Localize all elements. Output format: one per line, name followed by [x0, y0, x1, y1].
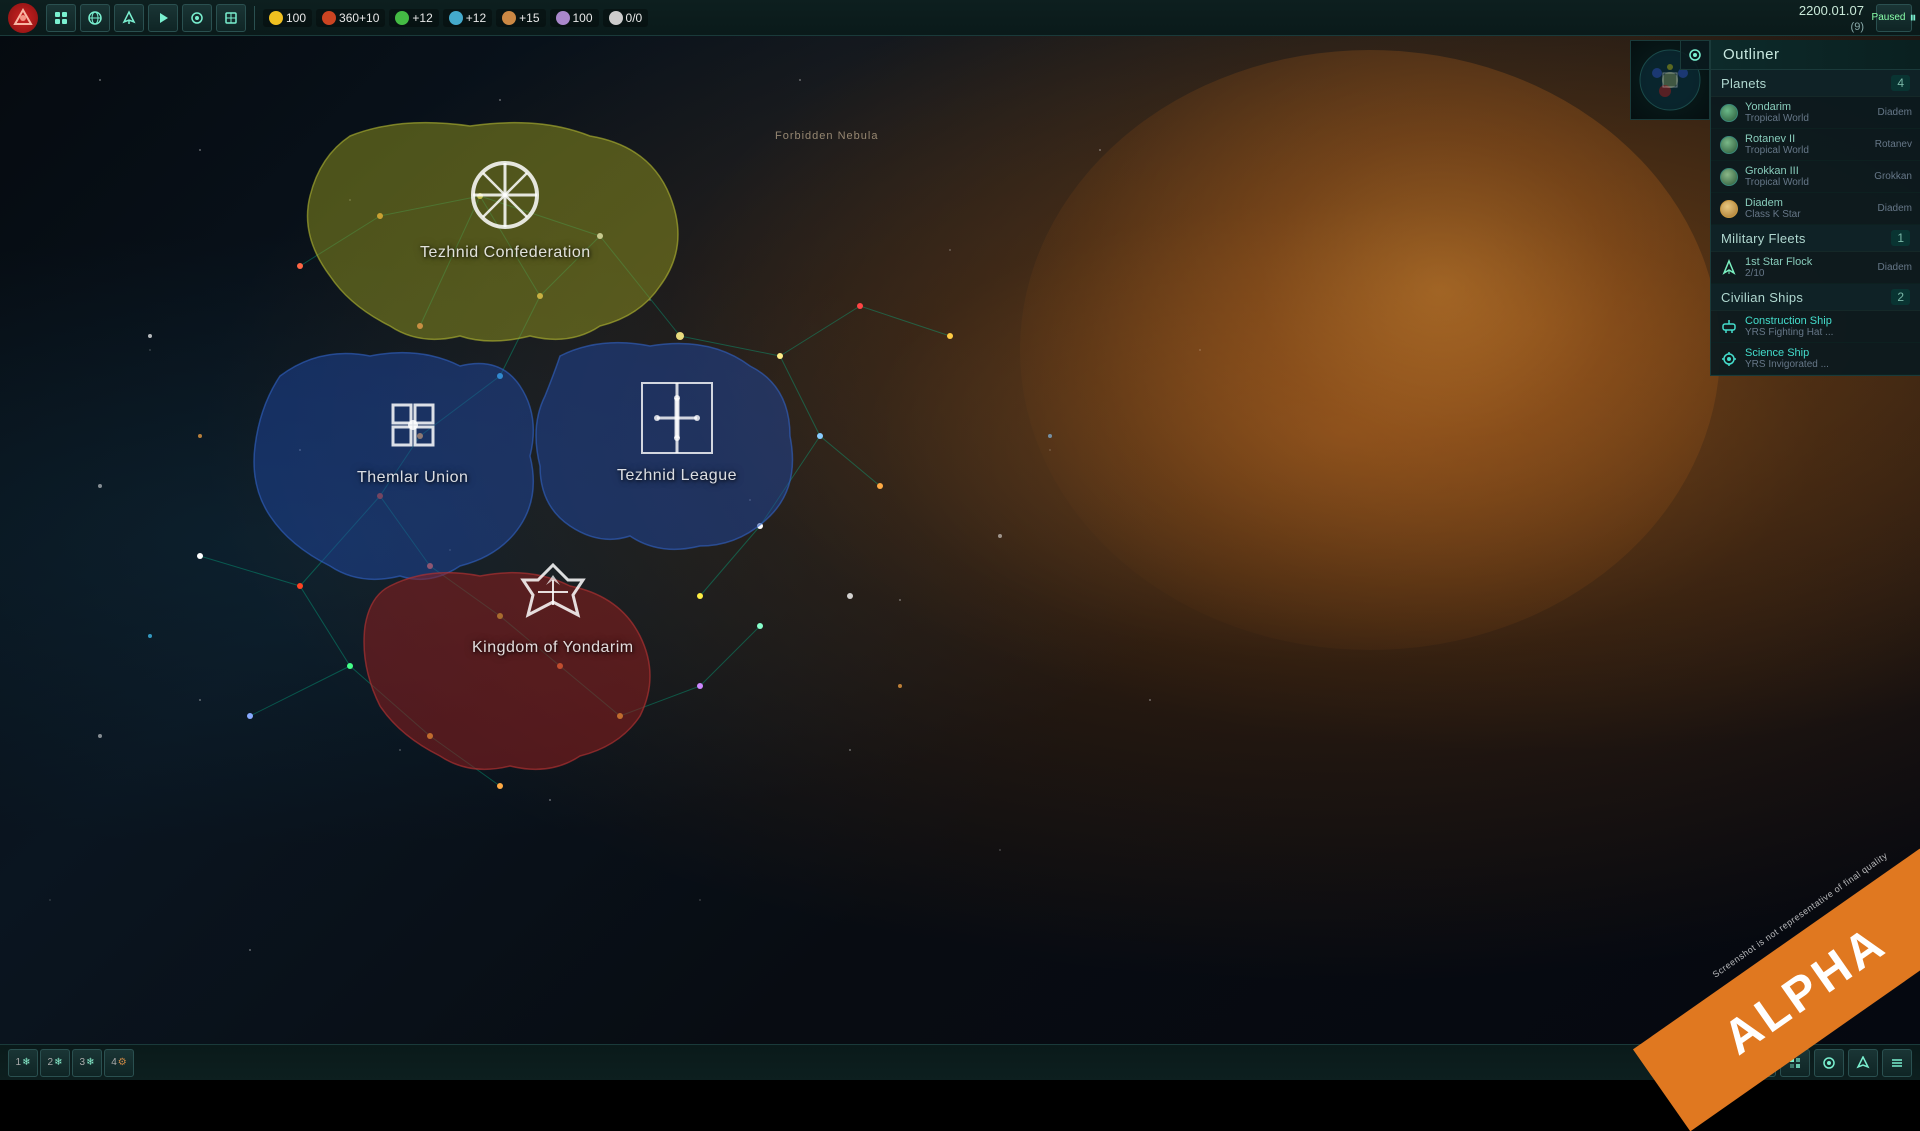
pause-button[interactable]: Paused ⏸: [1876, 4, 1912, 32]
planet-location: Rotanev: [1875, 139, 1912, 150]
food-icon: [395, 11, 409, 25]
speed-3-button[interactable]: 3 ❄: [72, 1049, 102, 1077]
construction-ship-name: YRS Fighting Hat ...: [1745, 327, 1912, 338]
food-value: +12: [412, 11, 432, 25]
planet-type: Tropical World: [1745, 145, 1869, 156]
minerals-icon: [322, 11, 336, 25]
planet-name: Diadem: [1745, 197, 1872, 209]
influence-resource: 0/0: [603, 9, 649, 27]
fleet-name: 1st Star Flock: [1745, 256, 1872, 268]
planet-icon: [1719, 199, 1739, 219]
consumer-icon: [502, 11, 516, 25]
fleet-icon: [1719, 258, 1739, 278]
military-fleets-count: 1: [1891, 230, 1910, 246]
map-button[interactable]: [80, 4, 110, 32]
consumer-value: +15: [519, 11, 539, 25]
pause-status: Paused: [1872, 12, 1906, 23]
construction-ship-info: Construction Ship YRS Fighting Hat ...: [1745, 315, 1912, 338]
alloys-resource: +12: [443, 9, 492, 27]
planet-info: Yondarim Tropical World: [1745, 101, 1872, 124]
construction-ship-icon: [1719, 317, 1739, 337]
planet-name: Yondarim: [1745, 101, 1872, 113]
fleet-strength: 2/10: [1745, 268, 1872, 279]
nebula-cloud: [1020, 50, 1720, 650]
list-item[interactable]: 1st Star Flock 2/10 Diadem: [1711, 252, 1920, 284]
planet-name: Grokkan III: [1745, 165, 1868, 177]
planets-section-label: Planets: [1721, 76, 1766, 91]
speed-value: (9): [1851, 21, 1864, 33]
planet-icon: [1719, 167, 1739, 187]
planet-info: Diadem Class K Star: [1745, 197, 1872, 220]
fleet-info: 1st Star Flock 2/10: [1745, 256, 1872, 279]
minerals-resource: 360+10: [316, 9, 385, 27]
science-ship-info: Science Ship YRS Invigorated ...: [1745, 347, 1912, 370]
alloys-icon: [449, 11, 463, 25]
planet-type: Tropical World: [1745, 177, 1868, 188]
energy-resource: 100: [263, 9, 312, 27]
unity-icon: [556, 11, 570, 25]
civilian-ships-count: 2: [1891, 289, 1910, 305]
minerals-value: 360+10: [339, 11, 379, 25]
speed-2-button[interactable]: 2 ❄: [40, 1049, 70, 1077]
colony-button[interactable]: [182, 4, 212, 32]
play-button[interactable]: [148, 4, 178, 32]
list-item[interactable]: Grokkan III Tropical World Grokkan: [1711, 161, 1920, 193]
science-ship-type: Science Ship: [1745, 347, 1912, 359]
planet-icon: [1719, 135, 1739, 155]
list-item[interactable]: Yondarim Tropical World Diadem: [1711, 97, 1920, 129]
planet-info: Grokkan III Tropical World: [1745, 165, 1868, 188]
tech-button[interactable]: [216, 4, 246, 32]
ships-button[interactable]: [114, 4, 144, 32]
military-fleets-section-header[interactable]: Military Fleets 1: [1711, 225, 1920, 252]
outliner-panel: Outliner Planets 4 Yondarim Tropical Wor…: [1710, 40, 1920, 376]
alloys-value: +12: [466, 11, 486, 25]
planet-icon: [1719, 103, 1739, 123]
menu-button[interactable]: [1882, 1049, 1912, 1077]
planet-location: Grokkan: [1874, 171, 1912, 182]
outliner-title: Outliner: [1711, 40, 1920, 70]
energy-icon: [269, 11, 283, 25]
science-ship-name: YRS Invigorated ...: [1745, 359, 1912, 370]
game-logo[interactable]: [8, 3, 38, 33]
empire-button[interactable]: [46, 4, 76, 32]
science-ship-icon: [1719, 349, 1739, 369]
list-item[interactable]: Rotanev II Tropical World Rotanev: [1711, 129, 1920, 161]
planet-info: Rotanev II Tropical World: [1745, 133, 1869, 156]
planet-type: Tropical World: [1745, 113, 1872, 124]
topbar: 100 360+10 +12 +12 +15 100 0/0 2200.01.0…: [0, 0, 1920, 36]
separator-1: [254, 6, 255, 30]
list-item[interactable]: Diadem Class K Star Diadem: [1711, 193, 1920, 225]
fleet-location: Diadem: [1878, 262, 1912, 273]
fleet-view-button[interactable]: [1848, 1049, 1878, 1077]
list-item[interactable]: Construction Ship YRS Fighting Hat ...: [1711, 311, 1920, 343]
planet-name: Rotanev II: [1745, 133, 1869, 145]
planet-location: Diadem: [1878, 203, 1912, 214]
influence-icon: [609, 11, 623, 25]
planets-section-header[interactable]: Planets 4: [1711, 70, 1920, 97]
list-item[interactable]: Science Ship YRS Invigorated ...: [1711, 343, 1920, 375]
planets-count: 4: [1891, 75, 1910, 91]
construction-ship-type: Construction Ship: [1745, 315, 1912, 327]
civilian-ships-section-header[interactable]: Civilian Ships 2: [1711, 284, 1920, 311]
speed-4-button[interactable]: 4 ⚙: [104, 1049, 134, 1077]
food-resource: +12: [389, 9, 438, 27]
unity-resource: 100: [550, 9, 599, 27]
civilian-ships-label: Civilian Ships: [1721, 290, 1803, 305]
influence-value: 0/0: [626, 11, 643, 25]
planet-type: Class K Star: [1745, 209, 1872, 220]
energy-value: 100: [286, 11, 306, 25]
planet-location: Diadem: [1878, 107, 1912, 118]
planet-view-button[interactable]: [1814, 1049, 1844, 1077]
date-value: 2200.01.07: [1799, 3, 1864, 18]
map-settings-button[interactable]: [1680, 40, 1710, 70]
unity-value: 100: [573, 11, 593, 25]
speed-1-button[interactable]: 1 ❄: [8, 1049, 38, 1077]
datetime-display: 2200.01.07 (9): [1799, 3, 1864, 33]
military-fleets-label: Military Fleets: [1721, 231, 1806, 246]
consumer-resource: +15: [496, 9, 545, 27]
